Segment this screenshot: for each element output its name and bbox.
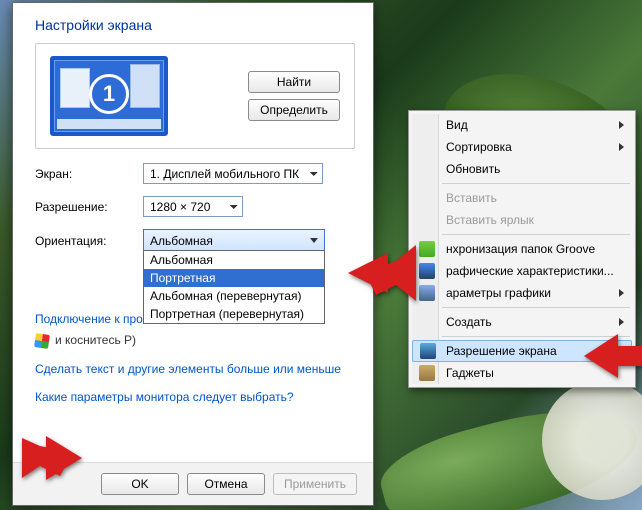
submenu-arrow-icon [619, 121, 624, 129]
submenu-arrow-icon [619, 289, 624, 297]
groove-icon [419, 241, 435, 257]
context-menu-separator [442, 183, 630, 184]
dialog-title: Настройки экрана [35, 17, 355, 33]
ctx-create[interactable]: Создать [412, 311, 632, 333]
graphics-icon [419, 263, 435, 279]
ctx-paste-shortcut: Вставить ярлык [412, 209, 632, 231]
monitor-preview-frame: 1 Найти Определить [35, 43, 355, 149]
connect-projector-link[interactable]: Подключение к проек [35, 312, 155, 326]
ctx-graphics-params[interactable]: араметры графики [412, 282, 632, 304]
monitor-mock-window [60, 68, 90, 108]
submenu-arrow-icon [619, 143, 624, 151]
orientation-value: Альбомная [150, 234, 213, 248]
context-menu-separator [442, 307, 630, 308]
ok-button[interactable]: OK [101, 473, 179, 495]
orientation-combo[interactable]: Альбомная [143, 229, 325, 252]
orientation-option[interactable]: Альбомная [144, 251, 324, 269]
resolution-combo[interactable]: 1280 × 720 [143, 196, 243, 217]
windows-flag-icon [35, 334, 49, 348]
gadgets-icon [419, 365, 435, 381]
detect-button[interactable]: Определить [248, 99, 340, 121]
monitor-icon [420, 343, 436, 359]
ctx-view[interactable]: Вид [412, 114, 632, 136]
monitor-mock-window [130, 64, 160, 108]
red-arrow-callout [584, 332, 642, 380]
chevron-down-icon [310, 238, 318, 243]
screen-settings-dialog: Настройки экрана 1 Найти Определить Экра… [12, 2, 374, 506]
red-arrow-callout [348, 245, 416, 301]
cancel-button[interactable]: Отмена [187, 473, 265, 495]
which-settings-link[interactable]: Какие параметры монитора следует выбрать… [35, 388, 355, 407]
monitor-number: 1 [89, 74, 129, 114]
ctx-graphics-properties[interactable]: рафические характеристики... [412, 260, 632, 282]
ctx-refresh[interactable]: Обновить [412, 158, 632, 180]
resolution-label: Разрешение: [35, 200, 143, 214]
orientation-option[interactable]: Портретная [144, 269, 324, 287]
context-menu-separator [442, 234, 630, 235]
red-arrow-callout [22, 432, 82, 484]
orientation-dropdown: Альбомная Портретная Альбомная (переверн… [143, 250, 325, 324]
apply-button[interactable]: Применить [273, 473, 357, 495]
ctx-paste: Вставить [412, 187, 632, 209]
orientation-label: Ориентация: [35, 234, 143, 248]
submenu-arrow-icon [619, 318, 624, 326]
ctx-groove-sync[interactable]: нхронизация папок Groove [412, 238, 632, 260]
orientation-option[interactable]: Альбомная (перевернутая) [144, 287, 324, 305]
text-size-link[interactable]: Сделать текст и другие элементы больше и… [35, 360, 355, 379]
desktop-background: Настройки экрана 1 Найти Определить Экра… [0, 0, 642, 510]
screen-label: Экран: [35, 167, 143, 181]
monitor-mock-taskbar [57, 119, 161, 129]
ctx-sort[interactable]: Сортировка [412, 136, 632, 158]
screen-combo[interactable]: 1. Дисплей мобильного ПК [143, 163, 323, 184]
projector-hint: и коснитесь P) [55, 331, 136, 350]
graphics-icon [419, 285, 435, 301]
monitor-thumbnail[interactable]: 1 [50, 56, 168, 136]
find-button[interactable]: Найти [248, 71, 340, 93]
orientation-option[interactable]: Портретная (перевернутая) [144, 305, 324, 323]
